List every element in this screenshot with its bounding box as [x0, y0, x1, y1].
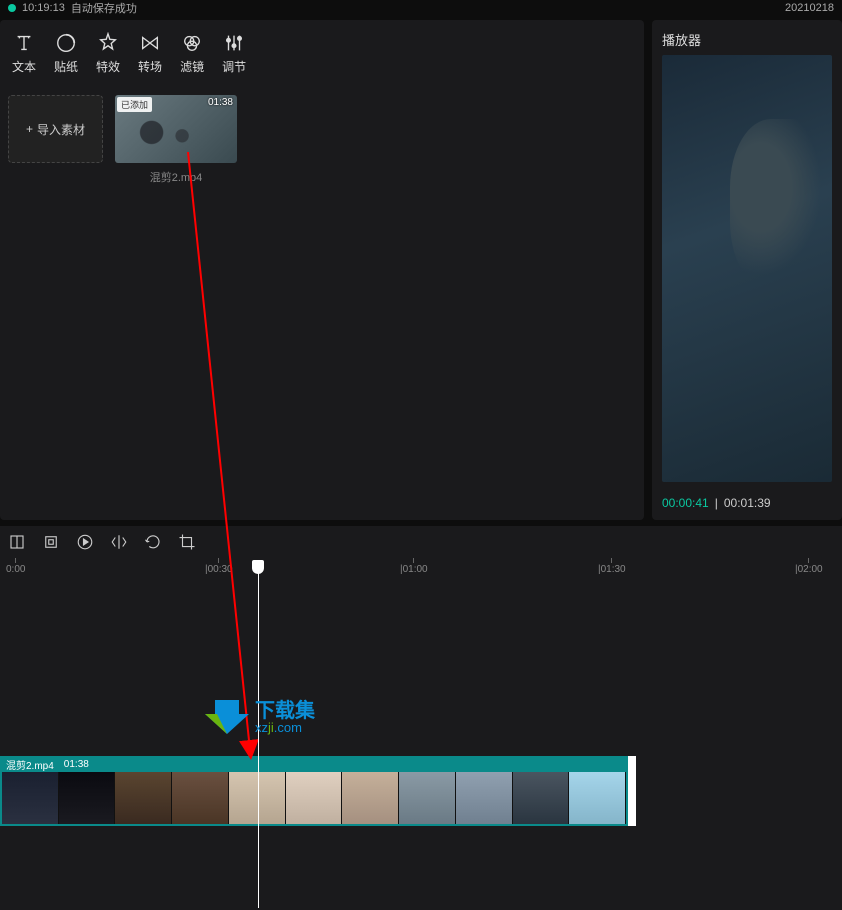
- mirror-button[interactable]: [110, 533, 128, 551]
- status-dot-icon: [8, 4, 16, 12]
- video-track-clip[interactable]: 混剪2.mp4 01:38: [0, 756, 628, 826]
- player-viewport[interactable]: [662, 55, 832, 482]
- playhead-handle[interactable]: [252, 560, 264, 574]
- tab-filter-label: 滤镜: [180, 58, 204, 75]
- import-label: 导入素材: [37, 121, 85, 138]
- clip-duration: 01:38: [208, 97, 233, 108]
- tab-sticker-label: 贴纸: [54, 58, 78, 75]
- date-label: 20210218: [785, 2, 834, 14]
- tab-transition-label: 转场: [138, 58, 162, 75]
- transition-icon: [139, 32, 161, 54]
- tab-adjust[interactable]: 调节: [222, 32, 246, 75]
- tab-adjust-label: 调节: [222, 58, 246, 75]
- plus-icon: +: [26, 122, 33, 136]
- track-clip-name: 混剪2.mp4: [6, 757, 54, 772]
- watermark-arrow-icon: [205, 700, 249, 734]
- tab-filter[interactable]: 滤镜: [180, 32, 204, 75]
- tool-tabs: 文本 贴纸 特效 转场 滤镜 调节: [8, 28, 636, 87]
- autosave-status: 自动保存成功: [71, 0, 137, 16]
- tab-sticker[interactable]: 贴纸: [54, 32, 78, 75]
- tab-text-label: 文本: [12, 58, 36, 75]
- ruler-tick-4: |02:00: [795, 564, 823, 575]
- sticker-icon: [55, 32, 77, 54]
- player-title: 播放器: [662, 30, 832, 49]
- tab-effect[interactable]: 特效: [96, 32, 120, 75]
- track-trim-handle[interactable]: [628, 756, 636, 826]
- tab-transition[interactable]: 转场: [138, 32, 162, 75]
- watermark-en: xzji.com: [255, 721, 315, 734]
- time-separator: |: [715, 496, 718, 510]
- tab-text[interactable]: 文本: [12, 32, 36, 75]
- player-current-time: 00:00:41: [662, 496, 709, 510]
- effect-icon: [97, 32, 119, 54]
- watermark-cn: 下载集: [255, 701, 315, 721]
- ruler-tick-1: |00:30: [205, 564, 233, 575]
- clip-added-badge: 已添加: [117, 97, 152, 112]
- media-panel: 文本 贴纸 特效 转场 滤镜 调节: [0, 20, 644, 520]
- import-media-button[interactable]: + 导入素材: [8, 95, 103, 163]
- media-clip-thumbnail[interactable]: 已添加 01:38: [115, 95, 237, 163]
- split-button[interactable]: [8, 533, 26, 551]
- ruler-tick-2: |01:00: [400, 564, 428, 575]
- tab-effect-label: 特效: [96, 58, 120, 75]
- player-total-time: 00:01:39: [724, 496, 771, 510]
- timeline-tracks-area[interactable]: [0, 580, 842, 910]
- timeline-ruler[interactable]: 0:00 |00:30 |01:00 |01:30 |02:00: [0, 558, 842, 580]
- filter-icon: [181, 32, 203, 54]
- speed-button[interactable]: [76, 533, 94, 551]
- crop-button[interactable]: [178, 533, 196, 551]
- delete-button[interactable]: [42, 533, 60, 551]
- top-status-bar: 10:19:13 自动保存成功 20210218: [0, 0, 842, 16]
- ruler-tick-0: 0:00: [6, 564, 25, 575]
- watermark: 下载集 xzji.com: [205, 700, 315, 734]
- text-icon: [13, 32, 35, 54]
- track-frames: [0, 772, 628, 826]
- autosave-time: 10:19:13: [22, 2, 65, 14]
- ruler-tick-3: |01:30: [598, 564, 626, 575]
- rotate-button[interactable]: [144, 533, 162, 551]
- timeline-toolbar: [0, 526, 842, 558]
- player-panel: 播放器 00:00:41 | 00:01:39: [652, 20, 842, 520]
- track-clip-duration: 01:38: [64, 759, 89, 770]
- clip-filename: 混剪2.mp4: [150, 169, 203, 185]
- adjust-icon: [223, 32, 245, 54]
